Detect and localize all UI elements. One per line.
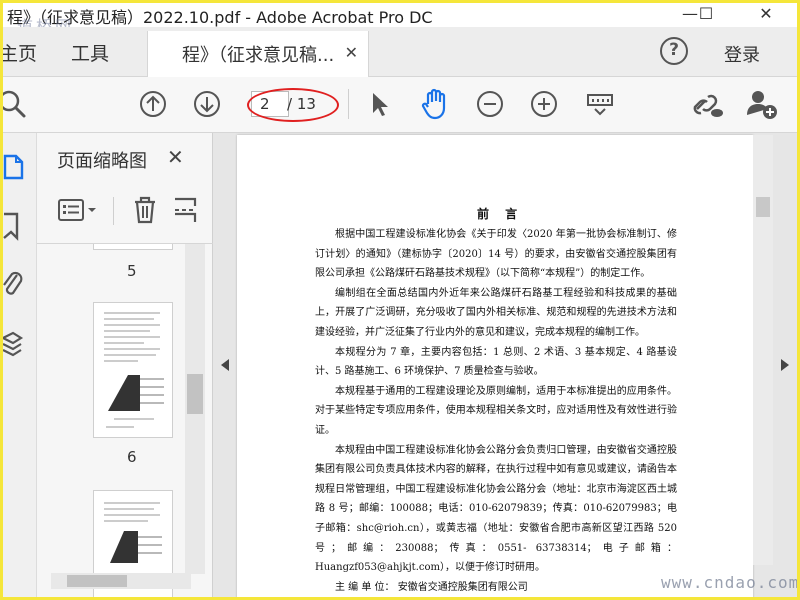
document-vertical-scrollbar[interactable] [753,135,773,565]
navigation-rail [1,133,37,597]
document-paragraph: 编制组在全面总结国内外近年来公路煤矸石路基工程经验和科技成果的基础上，开展了广泛… [315,287,677,338]
document-body: 根据中国工程建设标准化协会《关于印发〈2020 年第一批协会标准制订、修订计划〉… [315,205,677,597]
document-tab-close-icon[interactable]: ✕ [345,43,358,62]
add-user-icon[interactable] [745,87,779,121]
page-highlight-annotation [247,88,339,122]
document-viewer[interactable]: 前 言 根据中国工程建设标准化协会《关于印发〈2020 年第一批协会标准制订、修… [213,133,797,597]
document-paragraph: 本规程由中国工程建设标准化协会公路分会负责归口管理，由安徽省交通控股集团有限公司… [315,444,677,574]
title-bar: 程》（征求意见稿）2022.10.pdf - Adobe Acrobat Pro… [3,3,797,36]
thumbnail-label: 5 [127,262,137,280]
next-page-icon[interactable] [193,90,221,118]
zoom-out-icon[interactable] [476,90,504,118]
collapse-left-panel-icon[interactable] [221,359,229,371]
thumbnail-horizontal-scrollbar[interactable] [51,573,191,589]
collapse-right-panel-icon[interactable] [781,359,789,371]
login-button[interactable]: 登录 [724,41,760,67]
thumbnail-label: 6 [127,448,137,466]
thumbnail-page[interactable] [93,244,173,250]
thumbnail-page[interactable] [93,302,173,438]
panel-title: 页面缩略图 [57,151,147,172]
share-link-icon[interactable] [691,89,725,121]
maximize-button[interactable]: ☐ [683,3,729,27]
thumbnail-list[interactable]: 5 6 [37,243,213,597]
thumbnail-preview [104,502,162,563]
toolbar-divider [348,89,349,119]
help-icon[interactable]: ? [660,37,688,65]
page-display-icon[interactable] [585,91,615,117]
document-paragraph: 主 编 单 位： 安徽省交通控股集团有限公司 [335,581,528,593]
document-paragraph: 本规程基于通用的工程建设理论及原则编制，适用于本标准提出的应用条件。对于某些特定… [315,385,677,436]
layers-icon[interactable] [1,329,25,359]
tab-document[interactable]: 程》（征求意见稿... ✕ [147,31,369,77]
zoom-in-icon[interactable] [530,90,558,118]
thumbnail-preview [104,312,164,428]
prev-page-icon[interactable] [139,90,167,118]
watermark-bottom-right: www.cndao.com [661,573,800,592]
tab-tools[interactable]: 工具 [71,39,109,66]
organize-pages-icon[interactable] [173,195,199,225]
page-thumbnails-panel: 页面缩略图 ✕ 5 6 [37,133,213,597]
document-paragraph: 根据中国工程建设标准化协会《关于印发〈2020 年第一批协会标准制订、修订计划〉… [315,229,677,280]
tab-home[interactable]: 主页 [3,39,37,66]
thumbnail-vertical-scrollbar[interactable] [185,244,205,574]
scrollbar-thumb[interactable] [187,374,203,414]
bookmarks-icon[interactable] [1,211,23,241]
select-cursor-icon[interactable] [369,91,391,119]
document-page: 前 言 根据中国工程建设标准化协会《关于印发〈2020 年第一批协会标准制订、修… [237,135,753,597]
panel-divider [113,197,114,225]
panel-close-icon[interactable]: ✕ [167,145,184,169]
hand-tool-icon[interactable] [419,87,451,121]
acrobat-window: 程》（征求意见稿）2022.10.pdf - Adobe Acrobat Pro… [0,0,800,600]
thumbnail-options-icon[interactable] [57,197,99,225]
window-close-button[interactable]: ✕ [743,3,789,27]
main-toolbar: 2 / 13 [0,77,797,133]
scrollbar-thumb[interactable] [67,575,127,587]
search-icon[interactable] [0,89,29,121]
delete-page-icon[interactable] [131,195,159,225]
scrollbar-thumb[interactable] [756,197,770,217]
document-paragraph: 本规程分为 7 章，主要内容包括：1 总则、2 术语、3 基本规定、4 路基设计… [315,346,677,378]
tab-bar: 主页 工具 程》（征求意见稿... ✕ ? 登录 [3,27,797,77]
document-tab-label: 程》（征求意见稿... [182,45,335,66]
attachments-icon[interactable] [1,269,25,299]
page-thumbnails-icon[interactable] [1,153,25,181]
